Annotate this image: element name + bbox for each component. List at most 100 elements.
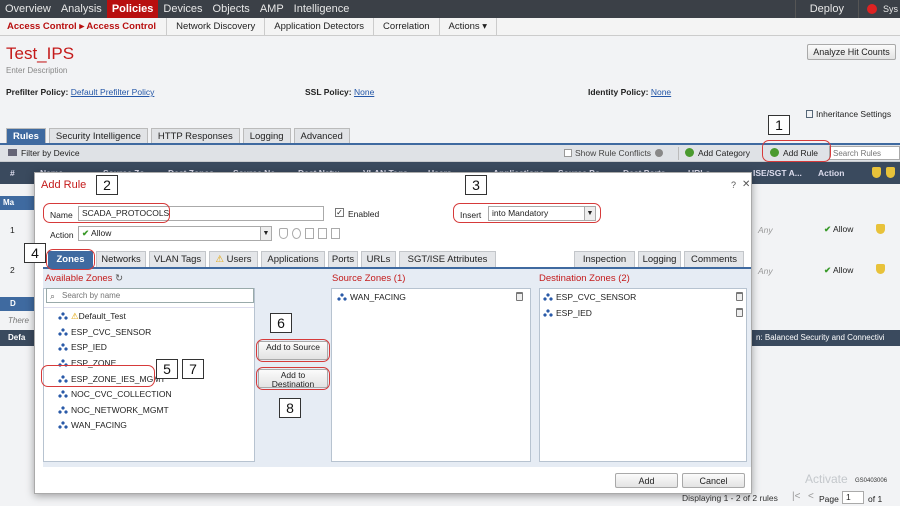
file-policy-icon[interactable] — [305, 228, 314, 239]
chevron-down-icon: ▼ — [260, 227, 271, 240]
zone-item[interactable]: ⚠Default_Test — [58, 311, 126, 322]
tab-security-intelligence[interactable]: Security Intelligence — [48, 128, 148, 143]
first-page-icon[interactable]: |< — [792, 491, 800, 502]
inheritance-settings-link[interactable]: Inheritance Settings — [806, 109, 891, 119]
zone-search-input[interactable] — [46, 288, 254, 303]
nav-objects[interactable]: Objects — [208, 0, 255, 18]
enabled-checkbox[interactable]: ✓ — [335, 208, 344, 217]
zone-item[interactable]: ESP_CVC_SENSOR — [58, 327, 151, 337]
action-value: Allow — [91, 228, 112, 238]
action-select[interactable]: ✔ Allow ▼ — [78, 226, 272, 241]
tab-users[interactable]: ⚠ Users — [209, 251, 258, 267]
cancel-button[interactable]: Cancel — [682, 473, 745, 488]
row2-action-label: Allow — [833, 265, 854, 275]
row2-action[interactable]: ✔ Allow — [824, 265, 853, 276]
tab-networks[interactable]: Networks — [96, 251, 146, 267]
tab-http-responses[interactable]: HTTP Responses — [150, 128, 240, 143]
analyze-hit-counts-button[interactable]: Analyze Hit Counts — [807, 44, 896, 60]
destination-zone-item[interactable]: ESP_CVC_SENSOR — [543, 292, 636, 302]
add-button[interactable]: Add — [615, 473, 678, 488]
ssl-policy: SSL Policy: None — [305, 87, 374, 97]
available-zones-label: Available Zones — [45, 273, 113, 284]
trash-icon[interactable] — [736, 292, 743, 301]
subnav-application-detectors[interactable]: Application Detectors — [264, 17, 373, 36]
tab-sgt-ise[interactable]: SGT/ISE Attributes — [399, 251, 496, 267]
show-rule-conflicts[interactable]: Show Rule Conflicts — [564, 148, 664, 158]
band-default-label: D — [10, 299, 16, 308]
callout-2: 2 — [96, 175, 118, 195]
deploy-button[interactable]: Deploy — [794, 0, 859, 18]
add-category-button[interactable]: Add Category — [678, 147, 750, 160]
logging-icon[interactable] — [318, 228, 327, 239]
zone-item[interactable]: ESP_IED — [58, 342, 107, 352]
tab-inspection[interactable]: Inspection — [574, 251, 635, 267]
destination-zone-item[interactable]: ESP_IED — [543, 308, 592, 318]
tab-comments[interactable]: Comments — [684, 251, 744, 267]
subnav-actions[interactable]: Actions ▾ — [438, 17, 498, 36]
callout-7: 7 — [182, 359, 204, 379]
filter-by-device[interactable]: Filter by Device — [8, 148, 80, 158]
help-icon[interactable]: ? — [731, 180, 736, 190]
conflicts-checkbox[interactable] — [564, 149, 572, 157]
filter-icon — [8, 149, 17, 156]
nav-intelligence[interactable]: Intelligence — [289, 0, 355, 18]
comment-icon[interactable] — [331, 228, 340, 239]
identity-policy: Identity Policy: None — [588, 87, 671, 97]
refresh-icon[interactable]: ↻ — [115, 273, 123, 284]
check-icon: ✔ — [82, 228, 90, 238]
default-action-bar-right[interactable]: n: Balanced Security and Connectivi — [752, 330, 900, 346]
prefilter-link[interactable]: Default Prefilter Policy — [71, 87, 155, 97]
zone-item[interactable]: WAN_FACING — [58, 420, 127, 430]
nav-overview[interactable]: Overview — [0, 0, 56, 18]
policy-description[interactable]: Enter Description — [6, 66, 67, 75]
check-icon: ✔ — [824, 224, 832, 234]
row1-action[interactable]: ✔ Allow — [824, 224, 853, 235]
tab-advanced[interactable]: Advanced — [293, 128, 350, 143]
tab-applications[interactable]: Applications — [261, 251, 325, 267]
zone-icon — [58, 328, 68, 336]
source-zone-item[interactable]: WAN_FACING — [337, 292, 406, 302]
ssl-link[interactable]: None — [354, 87, 374, 97]
tab-rules[interactable]: Rules — [6, 128, 46, 143]
subnav-network-discovery[interactable]: Network Discovery — [166, 17, 264, 36]
zone-icon — [543, 293, 553, 301]
prev-page-icon[interactable]: < — [808, 491, 814, 502]
system-menu[interactable]: Sys — [881, 0, 900, 18]
nav-analysis[interactable]: Analysis — [56, 0, 107, 18]
nav-devices[interactable]: Devices — [158, 0, 207, 18]
help-icon[interactable] — [655, 149, 664, 157]
highlight-zones-tab — [46, 249, 95, 270]
variable-set-icon[interactable] — [292, 228, 301, 239]
tab-logging[interactable]: Logging — [242, 128, 291, 143]
tab-logging[interactable]: Logging — [638, 251, 681, 267]
zone-label: ESP_IED — [71, 342, 107, 352]
intrusion-policy-icon[interactable] — [279, 228, 288, 239]
alert-icon[interactable] — [866, 4, 877, 14]
zone-icon — [543, 309, 553, 317]
add-category-label: Add Category — [698, 148, 750, 158]
identity-link[interactable]: None — [651, 87, 671, 97]
breadcrumb[interactable]: Access Control ▸ Access Control — [0, 18, 166, 36]
tab-urls[interactable]: URLs — [361, 251, 396, 267]
zone-item[interactable]: NOC_NETWORK_MGMT — [58, 405, 169, 415]
trash-icon[interactable] — [516, 292, 523, 301]
subnav-correlation[interactable]: Correlation — [373, 17, 438, 36]
source-zones-panel: WAN_FACING — [331, 288, 531, 462]
close-icon[interactable]: ✕ — [742, 179, 750, 190]
trash-icon[interactable] — [736, 308, 743, 317]
ssl-label: SSL Policy: — [305, 87, 352, 97]
search-icon: ⌕ — [50, 291, 56, 301]
tab-vlan-tags[interactable]: VLAN Tags — [149, 251, 206, 267]
col-num: # — [10, 168, 15, 178]
nav-amp[interactable]: AMP — [255, 0, 289, 18]
inheritance-icon — [806, 110, 813, 118]
tab-ports[interactable]: Ports — [328, 251, 358, 267]
highlight-zone-selection — [41, 365, 155, 387]
zone-item[interactable]: NOC_CVC_COLLECTION — [58, 389, 172, 399]
nav-policies[interactable]: Policies — [106, 0, 159, 18]
callout-5: 5 — [156, 359, 178, 379]
destination-zones-panel: ESP_CVC_SENSOR ESP_IED — [539, 288, 747, 462]
page-number-input[interactable]: 1 — [842, 491, 864, 504]
zone-label: Default_Test — [78, 311, 126, 321]
search-rules-input[interactable] — [829, 146, 900, 160]
